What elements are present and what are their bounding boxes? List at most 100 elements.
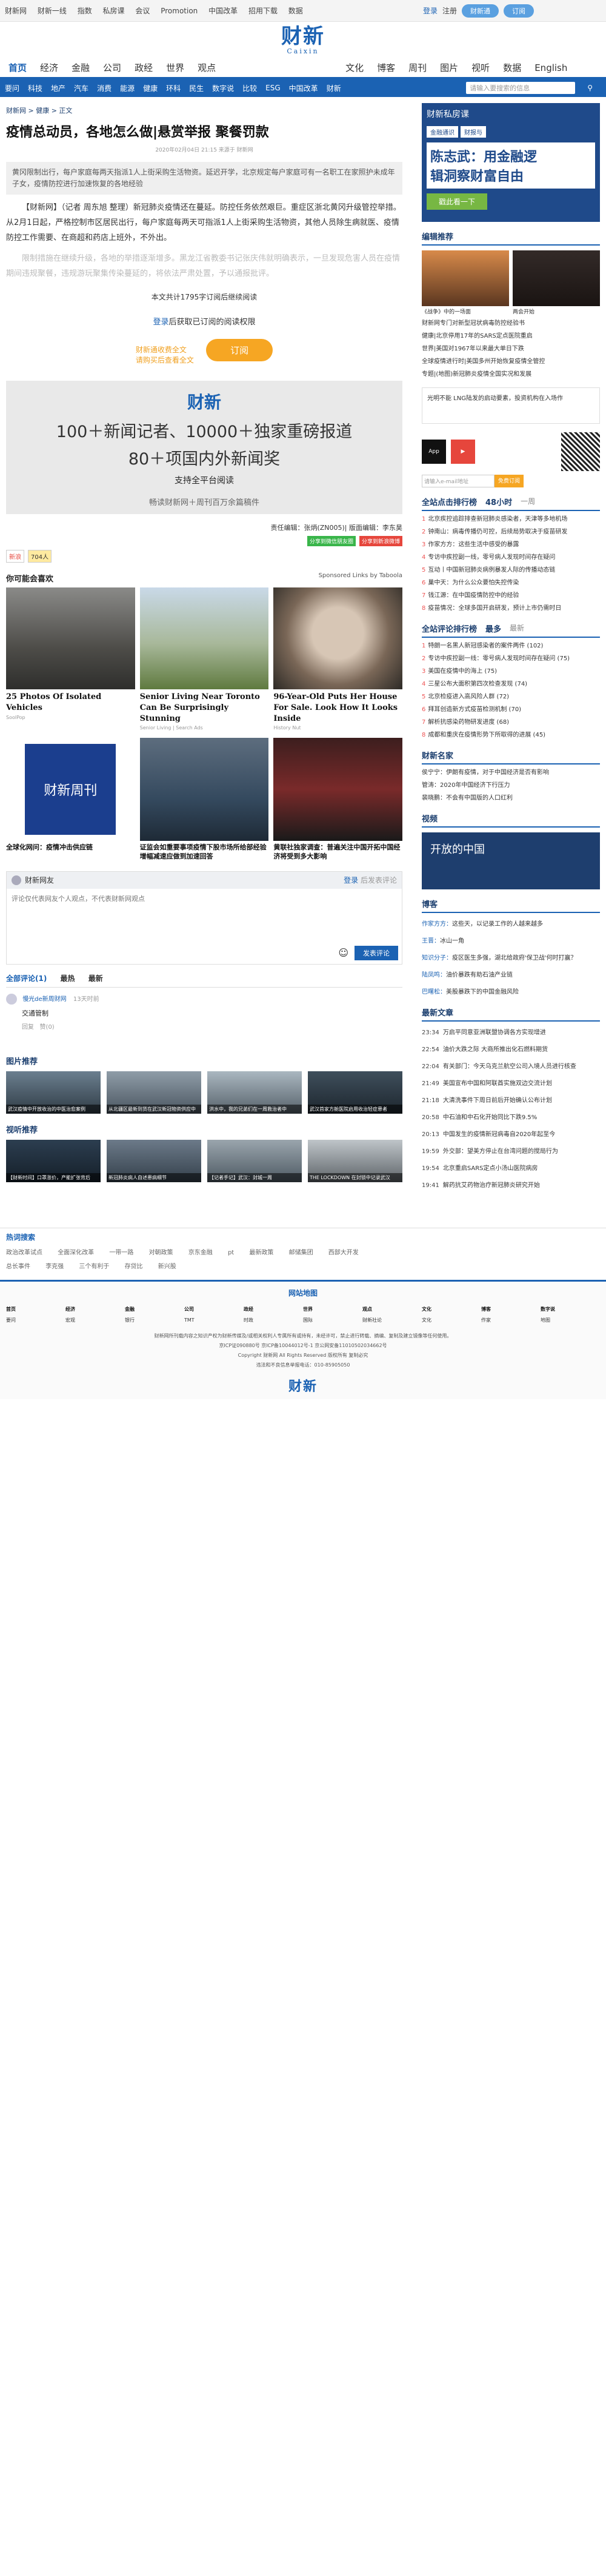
opinion-item[interactable]: 裴晓鹏：不会有中国版的人口红利 — [422, 792, 600, 804]
site-map-heading[interactable]: 文化 — [422, 1304, 481, 1315]
latest-item[interactable]: 21:18 大清洗事件下周日前后开始确认公布计划 — [422, 1096, 600, 1106]
opinion-item[interactable]: 侯宁宁：伊朗有疫情，对于中国经济是否有影响 — [422, 767, 600, 778]
tab-48h[interactable]: 48小时 — [485, 496, 512, 507]
search-input[interactable]: 请输入要搜索的信息 — [466, 82, 576, 94]
register-link[interactable]: 注册 — [442, 5, 457, 16]
blog-item[interactable]: 知识分子：疫区医生多强，湖北给政府'保卫战'何时打赢？ — [422, 953, 600, 964]
energy-promo[interactable]: 光明不能 LNG陆发的启动要素，投资机构在入场作 — [422, 387, 600, 424]
tab-latest[interactable]: 最新 — [510, 623, 524, 634]
ad-button[interactable]: 戳此看一下 — [427, 193, 488, 210]
hot-term[interactable]: 三个有利于 — [79, 1263, 109, 1270]
opinion-item[interactable]: 管涛：2020年中国经济下行压力 — [422, 780, 600, 791]
rank-item[interactable]: 1 北京疾控追踪排查新冠肺炎感染者，天津等多地机场 — [422, 514, 600, 525]
rank-item[interactable]: 1 特朗一名黑人新冠感染者的案件两件 (102) — [422, 640, 600, 652]
site-map-link[interactable]: 财新社论 — [362, 1315, 422, 1326]
nav-item[interactable]: 数据 — [503, 61, 521, 74]
hot-term[interactable]: 总长事件 — [6, 1263, 30, 1270]
subnav-item[interactable]: 财新 — [327, 83, 341, 93]
hot-term[interactable]: 新兴股 — [158, 1263, 176, 1270]
hot-term[interactable]: 存贷比 — [125, 1263, 143, 1270]
site-map-heading[interactable]: 公司 — [184, 1304, 244, 1315]
site-map-heading[interactable]: 数字说 — [541, 1304, 600, 1315]
rank-item[interactable]: 7 钱江源：在中国疫情防控中的经验 — [422, 590, 600, 601]
nav-item[interactable]: 周刊 — [408, 61, 427, 74]
site-map-link[interactable]: 地图 — [541, 1315, 600, 1326]
app-icon[interactable]: App — [422, 440, 446, 464]
nav-item[interactable]: English — [534, 62, 567, 73]
subnav-item[interactable]: 中国改革 — [289, 83, 318, 93]
editor-pick-card[interactable]: 《战争》中的一场面 — [422, 250, 509, 315]
hot-term[interactable]: 邮储集团 — [289, 1250, 313, 1256]
picture-item[interactable]: 洪水中，我的兄弟们在一周救治者中 — [207, 1071, 302, 1114]
subnav-item[interactable]: 环科 — [166, 83, 181, 93]
top-link[interactable]: 数据 — [288, 7, 303, 15]
picture-item[interactable]: 武汉疫情中开放收治的中医治愈案例 — [6, 1071, 101, 1114]
tab-hot[interactable]: 最热 — [61, 974, 75, 983]
nav-home[interactable]: 首页 — [8, 61, 27, 74]
nav-item[interactable]: 视听 — [471, 61, 490, 74]
reply-button[interactable]: 回复 — [22, 1024, 34, 1031]
top-link[interactable]: 中国改革 — [208, 7, 238, 15]
rank-item[interactable]: 4 专访中疾控副一线，零号病人发现时间存在疑问 — [422, 552, 600, 563]
nav-item[interactable]: 公司 — [103, 61, 121, 74]
site-map-link[interactable]: 时政 — [244, 1315, 303, 1326]
blog-item[interactable]: 作家方方：这些天，以记录工作的人越来越多 — [422, 919, 600, 930]
subnav-item[interactable]: 要问 — [5, 83, 19, 93]
nav-item[interactable]: 政经 — [135, 61, 153, 74]
mail-subscribe-button[interactable]: 免费订阅 — [494, 475, 524, 487]
top-link[interactable]: Promotion — [161, 7, 198, 15]
latest-item[interactable]: 19:54 北京重启SARS定点小汤山医院病房 — [422, 1163, 600, 1174]
hot-term[interactable]: 政治改革试点 — [6, 1250, 42, 1256]
wechat-share-badge[interactable]: 分享到微信朋友圈 — [307, 536, 356, 547]
rank-item[interactable]: 3 美国在疫情中的海上 (75) — [422, 666, 600, 677]
sponsor-label[interactable]: Sponsored Links by Taboola — [319, 572, 402, 584]
video-thumbnail[interactable]: 开放的中国 — [422, 832, 600, 889]
site-map-heading[interactable]: 政经 — [244, 1304, 303, 1315]
submit-comment-button[interactable]: 发表评论 — [355, 945, 398, 960]
subnav-item[interactable]: 健康 — [143, 83, 158, 93]
editor-pick-link[interactable]: 世界|美国对1967年以来最大单日下跌 — [422, 343, 600, 355]
editor-pick-link[interactable]: 专题|(地图)新冠肺炎疫情全国实况和发展 — [422, 369, 600, 380]
subscribe-top-button[interactable]: 订阅 — [504, 4, 534, 18]
rank-item[interactable]: 7 解析抗感染药物研发进度 (68) — [422, 717, 600, 728]
hot-term[interactable]: 对朝政策 — [149, 1250, 173, 1256]
sponsored-card[interactable]: Senior Living Near Toronto Can Be Surpri… — [139, 587, 269, 731]
latest-item[interactable]: 20:13 中国发生的疫情新冠病毒自2020年起至今 — [422, 1129, 600, 1140]
footer-logo[interactable]: 财新 — [6, 1380, 600, 1393]
subnav-item[interactable]: 数字说 — [212, 83, 234, 93]
subscription-banner[interactable]: 财新 100＋新闻记者、10000＋独家重磅报道 80＋项国内外新闻奖 支持全平… — [6, 381, 402, 515]
latest-item[interactable]: 21:49 美国宣布中国和阿联酋实施双边交流计划 — [422, 1079, 600, 1089]
rank-item[interactable]: 3 作家方方：这些生活中感受的暴露 — [422, 539, 600, 550]
nav-item[interactable]: 经济 — [40, 61, 58, 74]
site-map-link[interactable]: 作家 — [481, 1315, 541, 1326]
latest-item[interactable]: 23:34 万启平同意亚洲联盟协调各方实现增进 — [422, 1028, 600, 1039]
nav-item[interactable]: 文化 — [345, 61, 364, 74]
site-map-link[interactable]: 国际 — [303, 1315, 362, 1326]
subnav-item[interactable]: 能源 — [120, 83, 135, 93]
hot-term[interactable]: 最新政策 — [249, 1250, 273, 1256]
subnav-item[interactable]: 汽车 — [74, 83, 88, 93]
rank-item[interactable]: 4 三星公布大面积第四次检查发现 (74) — [422, 678, 600, 690]
site-map-heading[interactable]: 首页 — [6, 1304, 65, 1315]
hot-term[interactable]: pt — [228, 1250, 234, 1256]
site-map-link[interactable]: 要问 — [6, 1315, 65, 1326]
top-link[interactable]: 招用下载 — [248, 7, 278, 15]
sponsored-card[interactable]: 96-Year-Old Puts Her House For Sale. Loo… — [273, 587, 402, 731]
rank-item[interactable]: 8 成都和重庆在疫情形势下所取得的进展 (45) — [422, 729, 600, 741]
tab-week[interactable]: 一周 — [521, 496, 535, 507]
tab-most[interactable]: 最多 — [485, 623, 501, 634]
search-icon[interactable]: ⚲ — [587, 84, 593, 92]
site-map-link[interactable]: 文化 — [422, 1315, 481, 1326]
recommend-card[interactable]: 证监会如重要事项疫情下股市场所给部经验增幅减速应做到加速回答 — [139, 738, 269, 861]
site-map-heading[interactable]: 博客 — [481, 1304, 541, 1315]
site-map-heading[interactable]: 世界 — [303, 1304, 362, 1315]
video-item[interactable]: THE LOCKDOWN 在封锁中记录武汉 — [308, 1139, 402, 1182]
subnav-item[interactable]: 消费 — [97, 83, 112, 93]
top-link[interactable]: 指数 — [78, 7, 92, 15]
subnav-item[interactable]: ESG — [265, 84, 281, 92]
video-item[interactable]: 【财新时间】口罩涨价，产能扩张背后 — [6, 1139, 101, 1182]
video-item[interactable]: 新冠肺炎病人自述患病细节 — [107, 1139, 201, 1182]
subnav-item[interactable]: 地产 — [51, 83, 65, 93]
nav-item[interactable]: 世界 — [166, 61, 184, 74]
subnav-item[interactable]: 民生 — [189, 83, 204, 93]
